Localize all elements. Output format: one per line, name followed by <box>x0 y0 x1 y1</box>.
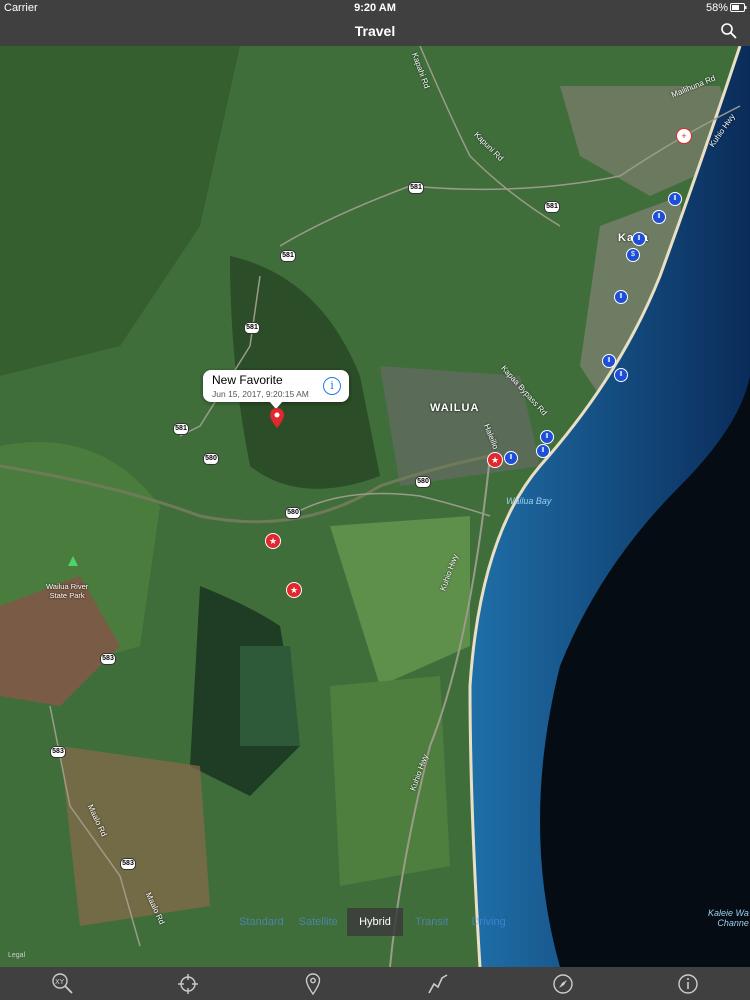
route-shield: 580 <box>203 453 219 465</box>
atm-marker[interactable]: $ <box>626 248 640 262</box>
route-shield: 581 <box>173 423 189 435</box>
restaurant-marker[interactable]: Ⅱ <box>668 192 682 206</box>
favorite-marker[interactable]: ★ <box>265 533 281 549</box>
info-icon[interactable] <box>676 972 700 996</box>
map-type-hybrid[interactable]: Hybrid <box>346 908 404 936</box>
favorite-marker[interactable]: ★ <box>487 452 503 468</box>
route-shield: 583 <box>100 653 116 665</box>
status-bar: Carrier 9:20 AM 58% <box>0 0 750 16</box>
navigation-bar: Travel <box>0 16 750 46</box>
search-icon[interactable] <box>720 22 738 40</box>
map-type-driving[interactable]: Driving <box>460 908 517 936</box>
route-shield: 581 <box>244 322 260 334</box>
restaurant-marker[interactable]: Ⅱ <box>536 444 550 458</box>
callout-title: New Favorite <box>212 373 283 387</box>
tab-bar: XY <box>0 967 750 1000</box>
restaurant-marker[interactable]: Ⅱ <box>504 451 518 465</box>
restaurant-marker[interactable]: Ⅱ <box>614 368 628 382</box>
favorite-marker[interactable]: ★ <box>286 582 302 598</box>
location-crosshair-icon[interactable] <box>176 972 200 996</box>
satellite-terrain <box>0 46 750 967</box>
route-shield: 580 <box>415 476 431 488</box>
legal-link[interactable]: Legal <box>8 952 25 959</box>
route-shield: 580 <box>285 507 301 519</box>
route-shield: 583 <box>50 746 66 758</box>
pin-icon[interactable] <box>301 972 325 996</box>
water-label-wailua-bay: Wailua Bay <box>506 496 552 506</box>
route-shield: 581 <box>544 201 560 213</box>
restaurant-marker[interactable]: Ⅱ <box>652 210 666 224</box>
place-label-state-park: Wailua River State Park <box>46 582 89 600</box>
route-shield: 581 <box>408 182 424 194</box>
hospital-marker[interactable]: + <box>676 128 692 144</box>
compass-icon[interactable] <box>551 972 575 996</box>
favorite-callout[interactable]: New Favorite Jun 15, 2017, 9:20:15 AM i <box>203 370 349 409</box>
map-type-satellite[interactable]: Satellite <box>290 908 347 936</box>
battery-icon <box>730 3 747 12</box>
callout-timestamp: Jun 15, 2017, 9:20:15 AM <box>212 389 309 399</box>
route-shield: 583 <box>120 858 136 870</box>
map-type-transit[interactable]: Transit <box>403 908 460 936</box>
clock: 9:20 AM <box>354 2 396 14</box>
xy-search-icon[interactable]: XY <box>51 972 75 996</box>
map-type-selector[interactable]: Standard Satellite Hybrid Transit Drivin… <box>233 908 517 936</box>
svg-text:XY: XY <box>55 978 65 986</box>
restaurant-marker[interactable]: Ⅱ <box>614 290 628 304</box>
place-label-wailua: WAILUA <box>430 402 480 414</box>
track-icon[interactable] <box>426 972 450 996</box>
park-icon <box>68 556 78 566</box>
info-button[interactable]: i <box>323 377 341 395</box>
water-label-channel: Kaleie Wa Channe <box>708 908 749 928</box>
restaurant-marker[interactable]: Ⅱ <box>602 354 616 368</box>
battery-percent: 58% <box>705 2 728 14</box>
restaurant-marker[interactable]: Ⅱ <box>540 430 554 444</box>
map-view[interactable]: 581 581 581 581 581 580 580 580 583 583 … <box>0 46 750 967</box>
page-title: Travel <box>354 23 396 39</box>
restaurant-marker[interactable]: Ⅱ <box>632 232 646 246</box>
dropped-pin-icon[interactable] <box>270 408 284 428</box>
map-type-standard[interactable]: Standard <box>233 908 290 936</box>
route-shield: 581 <box>280 250 296 262</box>
